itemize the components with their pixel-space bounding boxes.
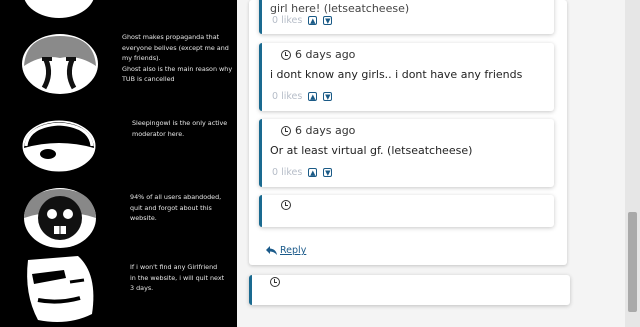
- meme-row-4: 94% of all users abandoded, quit and for…: [0, 178, 237, 252]
- caption-line: If i won't find any Girlfriend: [130, 263, 218, 271]
- ghost-face-image: [24, 0, 94, 18]
- meme-caption-4: If i won't find any Girlfriend in the we…: [130, 262, 242, 294]
- likes-count: 0 likes: [272, 15, 303, 26]
- comment-text: Or at least virtual gf. (letseatcheese): [270, 144, 473, 157]
- meme-image-panel: Ghost makes propaganda that everyone bel…: [0, 0, 237, 327]
- caption-line: Ghost makes propaganda that: [122, 33, 220, 41]
- comment-timestamp: [281, 200, 295, 210]
- caption-line: Sleepingowl is the only active: [132, 119, 228, 127]
- likes-row: 0 likes ▲ ▼: [272, 167, 333, 178]
- likes-row: 0 likes ▲ ▼: [272, 15, 333, 26]
- comment-card: 6 days ago i dont know any girls.. i don…: [259, 43, 554, 111]
- thumbs-up-icon[interactable]: ▲: [308, 92, 318, 101]
- likes-row: 0 likes ▲ ▼: [272, 91, 333, 102]
- meme-caption-3: 94% of all users abandoded, quit and for…: [130, 192, 242, 224]
- thumbs-up-icon[interactable]: ▲: [308, 16, 318, 25]
- comment-card: [249, 275, 570, 305]
- timestamp-text: 6 days ago: [295, 124, 356, 137]
- reply-arrow-icon: [266, 246, 277, 255]
- caption-line: moderator here.: [132, 129, 185, 138]
- sad-face-image: [22, 34, 98, 94]
- clock-icon: [281, 49, 291, 60]
- thumbs-down-icon[interactable]: ▼: [323, 16, 333, 25]
- blank-face-image: [22, 120, 96, 172]
- clock-icon: [281, 200, 291, 210]
- scrollbar[interactable]: [625, 0, 640, 327]
- caption-line: 94% of all users abandoded,: [130, 193, 222, 201]
- comment-text: i dont know any girls.. i dont have any …: [270, 68, 523, 81]
- comment-timestamp: 6 days ago: [281, 124, 355, 137]
- meme-row-3: Sleepingowl is the only active moderator…: [0, 100, 237, 175]
- clock-icon: [281, 125, 291, 136]
- troll-face-image: [27, 256, 94, 322]
- timestamp-text: 6 days ago: [295, 48, 356, 61]
- meme-row-2: Ghost makes propaganda that everyone bel…: [0, 24, 237, 96]
- meme-row-5: If i won't find any Girlfriend in the we…: [0, 254, 237, 327]
- comment-card: 6 days ago Or at least virtual gf. (lets…: [259, 119, 554, 187]
- thumbs-up-icon[interactable]: ▲: [308, 168, 318, 177]
- comment-timestamp: 6 days ago: [281, 48, 355, 61]
- thumbs-down-icon[interactable]: ▼: [323, 92, 333, 101]
- comment-text: girl here! (letseatcheese): [270, 2, 410, 15]
- comment-card: girl here! (letseatcheese) 0 likes ▲ ▼: [259, 0, 554, 34]
- meme-caption-1: Ghost makes propaganda that everyone bel…: [122, 32, 234, 85]
- comment-timestamp: [270, 277, 284, 287]
- meme-row-1: [0, 0, 237, 20]
- caption-line: my friends).: [122, 54, 161, 62]
- caption-line: in the website, i will quit next: [130, 273, 225, 282]
- caption-line: TUB is cancelled: [122, 75, 175, 83]
- clock-icon: [270, 277, 280, 287]
- caption-line: Ghost also is the main reason why: [122, 64, 233, 73]
- caption-line: everyone belives (except me and: [122, 43, 229, 52]
- meme-caption-2: Sleepingowl is the only active moderator…: [132, 118, 244, 139]
- skull-face-image: [24, 188, 96, 248]
- likes-count: 0 likes: [272, 91, 303, 102]
- reply-label[interactable]: Reply: [280, 245, 306, 256]
- likes-count: 0 likes: [272, 167, 303, 178]
- scrollbar-thumb[interactable]: [628, 212, 637, 312]
- caption-line: website.: [130, 214, 157, 222]
- caption-line: quit and forgot about this: [130, 203, 212, 212]
- caption-line: 3 days.: [130, 284, 154, 292]
- reply-link[interactable]: Reply: [266, 245, 306, 256]
- comment-card: [259, 195, 554, 227]
- thumbs-down-icon[interactable]: ▼: [323, 168, 333, 177]
